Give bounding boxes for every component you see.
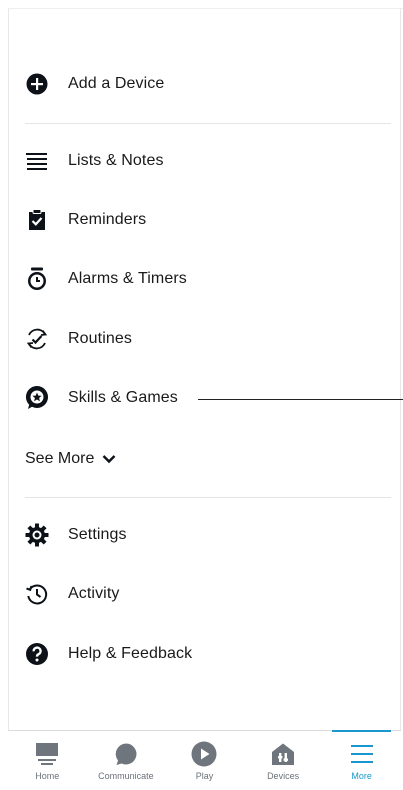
tab-home[interactable]: Home xyxy=(8,731,87,790)
tab-label: Devices xyxy=(267,771,300,781)
tab-label: More xyxy=(351,771,372,781)
menu-item-label: Routines xyxy=(68,330,132,347)
help-icon xyxy=(25,642,49,666)
see-more-toggle[interactable]: See More xyxy=(25,446,116,472)
frame-border-top xyxy=(8,8,403,9)
menu-item-label: Alarms & Timers xyxy=(68,270,187,287)
menu-item-reminders[interactable]: Reminders xyxy=(25,200,391,240)
list-icon xyxy=(25,149,49,173)
menu-item-skills-games[interactable]: Skills & Games xyxy=(25,378,391,418)
menu-item-routines[interactable]: Routines xyxy=(25,319,391,359)
play-icon xyxy=(191,741,217,767)
tab-more[interactable]: More xyxy=(322,730,401,790)
add-device-label: Add a Device xyxy=(68,75,165,92)
menu-item-label: Help & Feedback xyxy=(68,645,193,662)
menu-item-label: Skills & Games xyxy=(68,389,178,406)
clipboard-check-icon xyxy=(25,208,49,232)
skills-bubble-icon xyxy=(25,385,49,410)
frame-border-left xyxy=(8,8,9,789)
tab-label: Play xyxy=(195,771,214,781)
chat-bubble-icon xyxy=(114,741,138,767)
menu-item-label: Activity xyxy=(68,585,120,602)
hamburger-icon xyxy=(350,741,374,767)
tab-devices[interactable]: Devices xyxy=(244,731,323,790)
menu-item-label: Reminders xyxy=(68,211,147,228)
menu-item-lists-notes[interactable]: Lists & Notes xyxy=(25,141,391,181)
menu-item-help-feedback[interactable]: Help & Feedback xyxy=(25,634,391,674)
home-icon xyxy=(35,741,59,767)
menu-item-label: Settings xyxy=(68,526,127,543)
bottom-tab-bar: Home Communicate Play Devices More xyxy=(8,730,401,790)
tab-label: Home xyxy=(35,771,60,781)
horizontal-rule xyxy=(198,399,403,400)
alarm-clock-icon xyxy=(25,267,49,291)
add-device-row[interactable]: Add a Device xyxy=(25,64,391,104)
gear-icon xyxy=(25,523,49,547)
tab-play[interactable]: Play xyxy=(165,731,244,790)
menu-item-settings[interactable]: Settings xyxy=(25,515,391,555)
tab-label: Communicate xyxy=(98,771,154,781)
menu-item-alarms-timers[interactable]: Alarms & Timers xyxy=(25,259,391,299)
see-more-label: See More xyxy=(25,450,95,467)
add-circle-icon xyxy=(25,72,49,96)
tab-communicate[interactable]: Communicate xyxy=(87,731,166,790)
divider-top xyxy=(25,123,391,124)
devices-house-icon xyxy=(271,741,295,767)
menu-item-activity[interactable]: Activity xyxy=(25,574,391,614)
routine-check-icon xyxy=(25,327,49,351)
chevron-down-icon xyxy=(103,455,116,464)
divider-bottom xyxy=(25,497,391,498)
menu-item-label: Lists & Notes xyxy=(68,152,164,169)
history-icon xyxy=(25,582,49,606)
